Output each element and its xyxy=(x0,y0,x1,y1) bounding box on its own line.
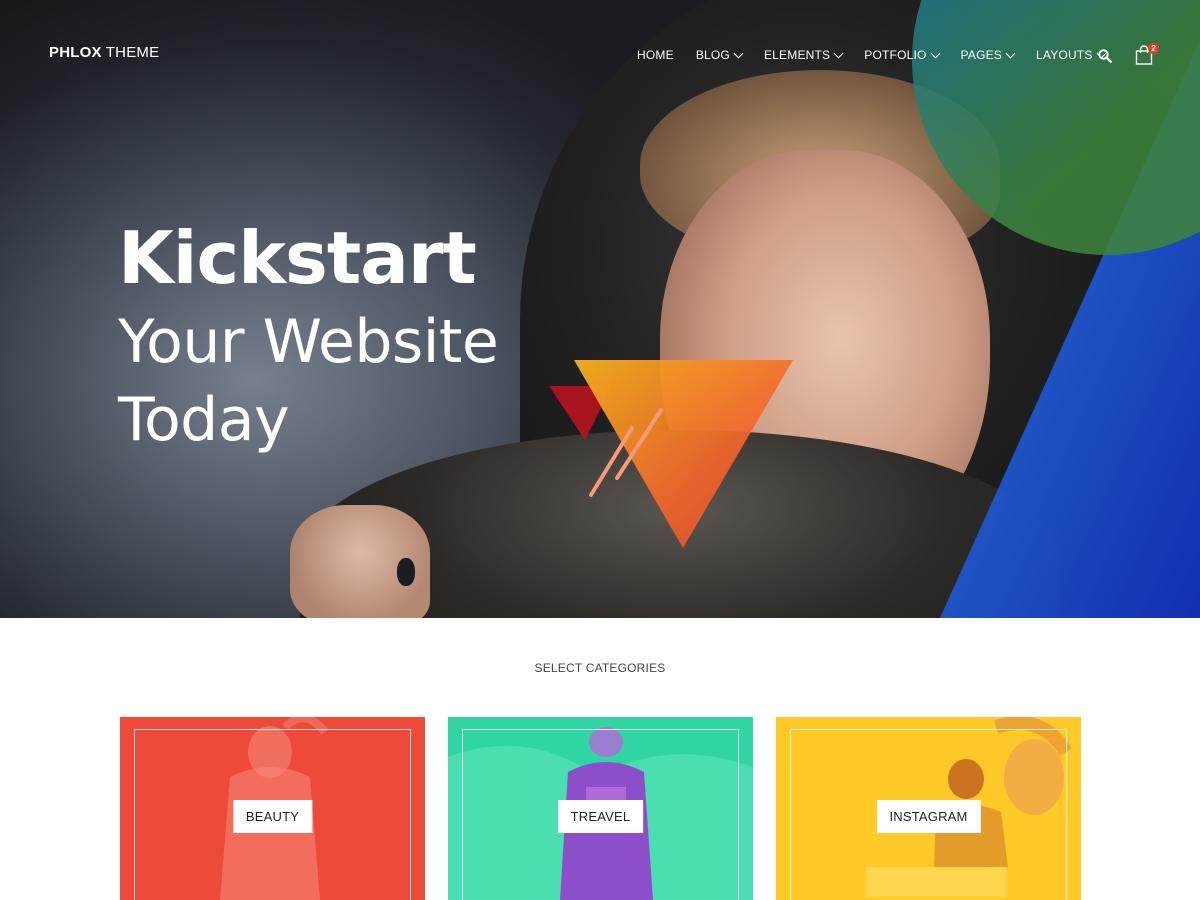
hero-title-line-2: Your Website xyxy=(118,307,499,377)
chevron-down-icon xyxy=(733,48,744,58)
search-icon[interactable] xyxy=(1098,49,1112,63)
categories-heading: SELECT CATEGORIES xyxy=(534,661,666,675)
category-card-instagram[interactable]: INSTAGRAM xyxy=(776,717,1081,900)
nav-label: ELEMENTS xyxy=(763,48,831,62)
nav-label: BLOG xyxy=(695,48,730,62)
category-label[interactable]: BEAUTY xyxy=(232,800,313,833)
cart-count-badge: 2 xyxy=(1148,43,1159,54)
nav-item-portfolio[interactable]: POTFOLIO xyxy=(864,48,940,62)
nav-label: PAGES xyxy=(960,48,1003,62)
hero-banner: PHLOX THEME HOME BLOG ELEMENTS POTFOLIO … xyxy=(0,0,1200,618)
chevron-down-icon xyxy=(930,48,940,58)
nav-item-layouts[interactable]: LAYOUTS xyxy=(1036,48,1106,62)
hero-title-line-3: Today xyxy=(118,385,290,455)
site-logo[interactable]: PHLOX THEME xyxy=(49,44,159,61)
nav-item-blog[interactable]: BLOG xyxy=(695,48,744,62)
nav-item-pages[interactable]: PAGES xyxy=(960,48,1016,62)
orange-triangle xyxy=(574,360,793,548)
category-card-travel[interactable]: TREAVEL xyxy=(448,717,753,900)
nav-label: LAYOUTS xyxy=(1036,48,1093,62)
category-card-beauty[interactable]: BEAUTY xyxy=(120,717,425,900)
category-label[interactable]: TREAVEL xyxy=(557,800,644,833)
logo-light: THEME xyxy=(105,44,160,61)
nav-label: POTFOLIO xyxy=(864,48,927,62)
logo-bold: PHLOX xyxy=(49,44,102,61)
category-label[interactable]: INSTAGRAM xyxy=(876,800,981,833)
main-nav: HOME BLOG ELEMENTS POTFOLIO PAGES LAYOUT… xyxy=(637,48,1127,62)
nav-item-home[interactable]: HOME xyxy=(637,48,674,62)
hero-title-line-1: Kickstart xyxy=(118,216,477,300)
chevron-down-icon xyxy=(833,48,844,58)
nav-label: HOME xyxy=(637,48,674,62)
chevron-down-icon xyxy=(1005,48,1016,58)
nav-item-elements[interactable]: ELEMENTS xyxy=(763,48,844,62)
